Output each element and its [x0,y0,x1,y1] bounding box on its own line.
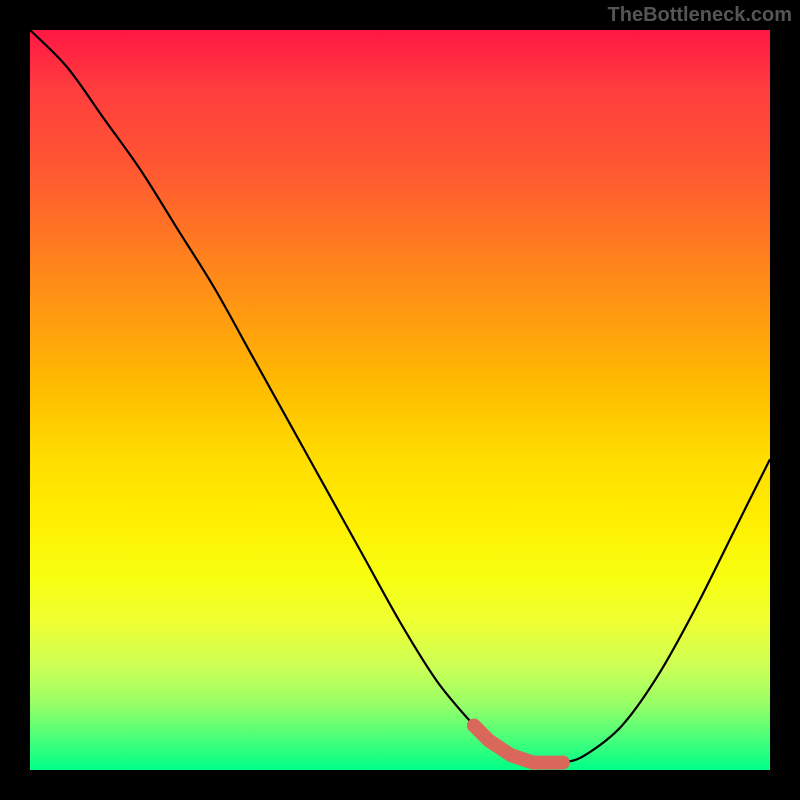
bottleneck-curve-svg [30,30,770,770]
chart-plot-area [30,30,770,770]
bottleneck-curve-line [30,30,770,763]
optimal-zone-end-dot [556,756,570,770]
optimal-zone-start-dot [467,719,481,733]
optimal-zone-band [474,726,563,763]
watermark-text: TheBottleneck.com [608,4,792,27]
